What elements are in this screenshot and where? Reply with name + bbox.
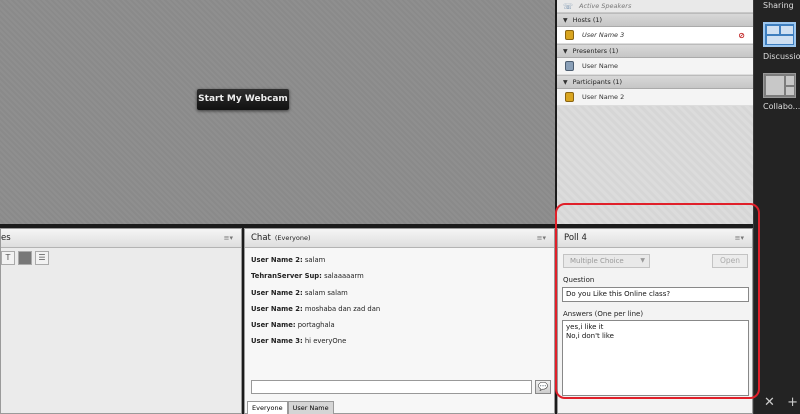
presenter-user-icon	[565, 61, 574, 71]
start-webcam-button[interactable]: Start My Webcam	[197, 89, 289, 110]
participants-header[interactable]: ▼ Participants (1)	[557, 75, 753, 89]
collapse-triangle-icon: ▼	[563, 16, 568, 24]
layout-sidebar: Sharing Discussion Collabo... ✕ +	[753, 0, 800, 414]
chat-tab-everyone[interactable]: Everyone	[247, 401, 288, 414]
poll-type-value: Multiple Choice	[570, 257, 624, 265]
send-message-icon[interactable]: 💬	[535, 380, 551, 394]
chat-title: Chat	[251, 233, 271, 243]
mic-muted-icon[interactable]: ⊘	[738, 31, 745, 40]
discussion-layout-label: Discussion	[763, 52, 800, 61]
chat-message: TehranServer Sup: salaaaaarm	[251, 272, 364, 281]
color-swatch-icon[interactable]	[18, 251, 32, 265]
hosts-header-label: Hosts (1)	[572, 16, 603, 24]
notes-panel-title: es	[1, 233, 11, 243]
attendee-name: User Name 3	[582, 31, 625, 39]
attendee-list: ☏ Active Speakers ▼ Hosts (1) User Name …	[557, 0, 753, 224]
host-user-icon	[565, 30, 574, 40]
attendee-row-presenter[interactable]: User Name	[557, 58, 753, 75]
chat-message: User Name: portaghala	[251, 321, 335, 330]
tools-icon[interactable]: ✕	[764, 395, 775, 410]
panel-menu-icon[interactable]: ≡▾	[735, 234, 744, 242]
active-speakers-bar: ☏ Active Speakers	[557, 0, 753, 13]
sharing-layout-label[interactable]: Sharing	[754, 1, 794, 10]
panel-menu-icon[interactable]: ≡▾	[537, 234, 546, 242]
presenters-header-label: Presenters (1)	[572, 47, 619, 55]
chat-message: User Name 2: salam	[251, 256, 326, 264]
video-stage: Start My Webcam	[0, 0, 555, 224]
attendee-name: User Name 2	[582, 93, 625, 101]
chat-scope: (Everyone)	[274, 234, 311, 242]
notes-panel: es ≡▾ T ☰	[0, 228, 242, 414]
poll-type-select[interactable]: Multiple Choice ▼	[563, 254, 650, 268]
active-speakers-label: Active Speakers	[579, 2, 632, 10]
add-layout-icon[interactable]: +	[787, 395, 798, 410]
question-label: Question	[563, 276, 595, 284]
bullet-list-icon[interactable]: ☰	[35, 251, 49, 265]
discussion-layout-thumb[interactable]	[763, 22, 796, 47]
collaboration-layout-label: Collabo...	[763, 102, 800, 111]
hosts-header[interactable]: ▼ Hosts (1)	[557, 13, 753, 27]
participants-header-label: Participants (1)	[572, 78, 623, 86]
answers-label: Answers (One per line)	[563, 310, 644, 318]
open-poll-button[interactable]: Open	[712, 254, 748, 268]
collapse-triangle-icon: ▼	[563, 78, 568, 86]
participant-user-icon	[565, 92, 574, 102]
attendee-row-host[interactable]: User Name 3 ⊘	[557, 27, 753, 44]
question-input[interactable]: Do you Like this Online class?	[562, 287, 749, 302]
answer-line: yes,i like it	[566, 323, 604, 331]
chat-tab-user[interactable]: User Name	[287, 401, 334, 414]
chat-message: User Name 2: salam salam	[251, 288, 348, 297]
answers-textarea[interactable]: yes,i like it No,i don't like	[562, 320, 749, 396]
text-format-icon[interactable]: T	[1, 251, 15, 265]
notes-toolbar: T ☰	[1, 248, 241, 265]
chat-message: User Name 3: hi everyOne	[251, 337, 347, 346]
collaboration-layout-thumb[interactable]	[763, 73, 796, 98]
chat-message: User Name 2: moshaba dan zad dan	[251, 304, 381, 313]
panel-menu-icon[interactable]: ≡▾	[224, 234, 233, 242]
poll-title: Poll 4	[564, 233, 587, 243]
attendee-name: User Name	[582, 62, 619, 70]
phone-icon: ☏	[563, 1, 574, 11]
collapse-triangle-icon: ▼	[563, 47, 568, 55]
attendee-row-participant[interactable]: User Name 2	[557, 89, 753, 106]
chat-panel: Chat (Everyone) ≡▾ User Name 2: salam Te…	[244, 228, 555, 414]
chevron-down-icon: ▼	[640, 257, 645, 264]
chat-input[interactable]	[251, 380, 532, 394]
presenters-header[interactable]: ▼ Presenters (1)	[557, 44, 753, 58]
poll-panel: Poll 4 ≡▾ Multiple Choice ▼ Open Questio…	[557, 228, 753, 414]
answer-line: No,i don't like	[566, 332, 614, 340]
chat-message-list: User Name 2: salam TehranServer Sup: sal…	[245, 248, 554, 378]
